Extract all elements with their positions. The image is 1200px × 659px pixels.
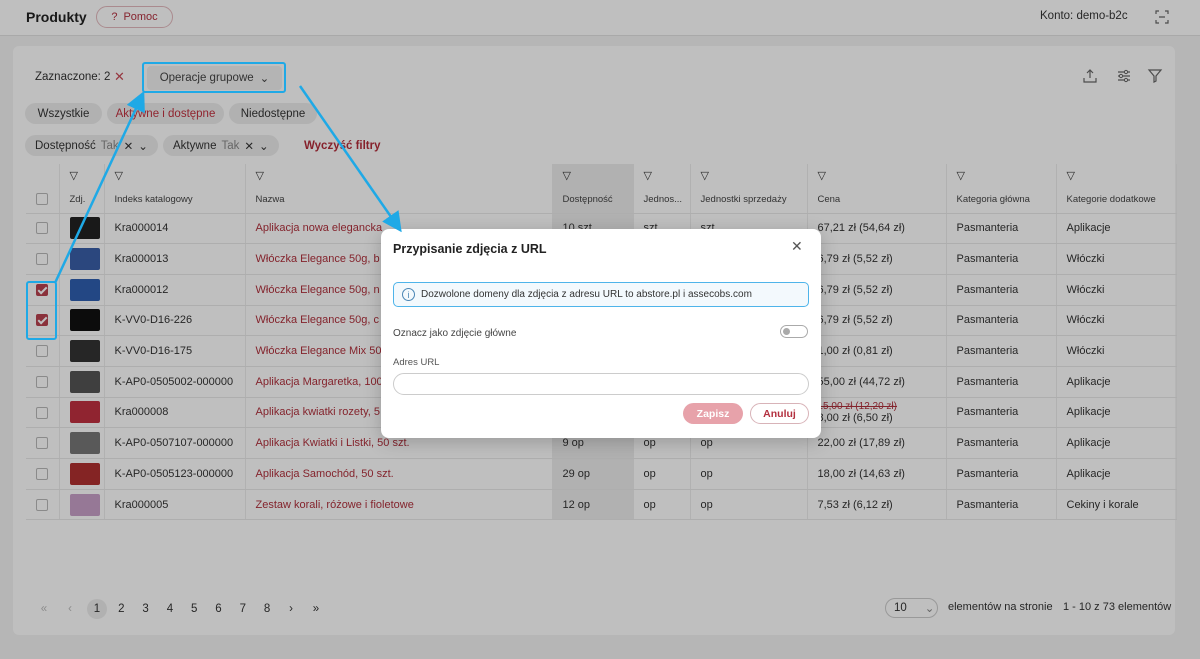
info-banner: i Dozwolone domeny dla zdjęcia z adresu … — [393, 282, 809, 307]
info-icon: i — [402, 288, 415, 301]
cancel-button[interactable]: Anuluj — [750, 403, 809, 424]
save-button[interactable]: Zapisz — [683, 403, 743, 424]
info-text: Dozwolone domeny dla zdjęcia z adresu UR… — [421, 289, 752, 300]
url-input[interactable] — [393, 373, 809, 395]
close-icon[interactable]: ✕ — [791, 238, 803, 255]
main-photo-label: Oznacz jako zdjęcie główne — [393, 328, 517, 339]
url-label: Adres URL — [393, 357, 440, 368]
main-photo-toggle[interactable] — [780, 325, 808, 338]
url-photo-dialog: Przypisanie zdjęcia z URL ✕ i Dozwolone … — [381, 229, 821, 438]
dialog-title: Przypisanie zdjęcia z URL — [393, 242, 547, 256]
